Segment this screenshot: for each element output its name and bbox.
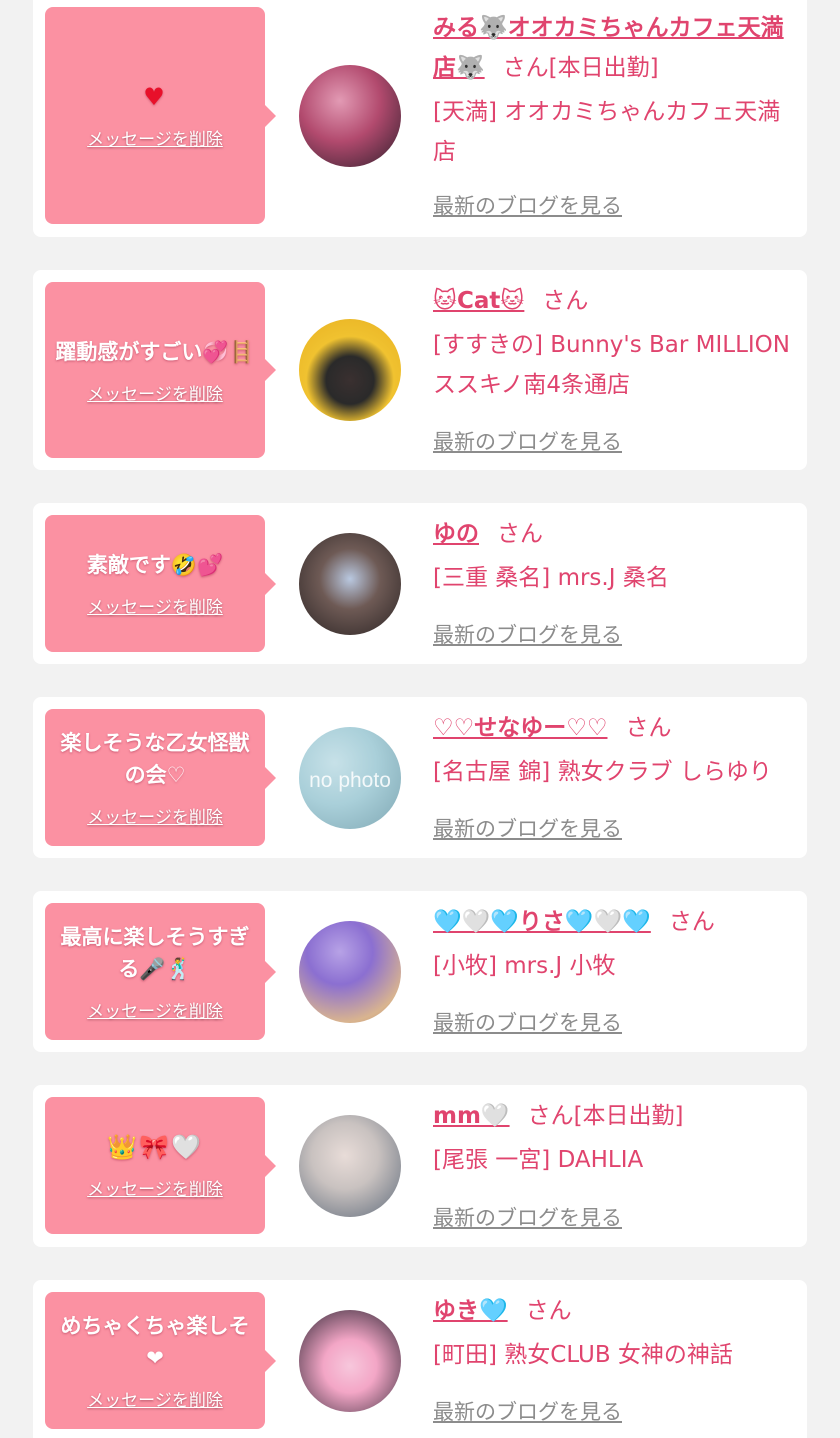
cast-suffix: さん[本日出勤]: [527, 1103, 684, 1129]
message-text: 👑🎀🤍: [107, 1133, 203, 1161]
message-bubble: 楽しそうな乙女怪獣の会♡ メッセージを削除: [45, 709, 276, 846]
delete-message-link[interactable]: メッセージを削除: [87, 997, 223, 1022]
cast-suffix: さん: [625, 715, 672, 741]
delete-message-link[interactable]: メッセージを削除: [87, 1175, 223, 1200]
cast-info: mm🤍 さん[本日出勤] [尾張 一宮] DAHLIA: [433, 1096, 795, 1180]
delete-message-link[interactable]: メッセージを削除: [87, 803, 223, 828]
cast-info: 🩵🤍🩵りさ🩵🤍🩵 さん [小牧] mrs.J 小牧: [433, 902, 795, 986]
message-bubble: 最高に楽しそうすぎる🎤🕺 メッセージを削除: [45, 903, 276, 1040]
blog-link[interactable]: 最新のブログを見る: [433, 1007, 622, 1037]
delete-message-link[interactable]: メッセージを削除: [87, 380, 223, 405]
message-card: 👑🎀🤍 メッセージを削除 mm🤍 さん[本日出勤] [尾張 一宮] DAHLIA …: [33, 1085, 807, 1247]
blog-link[interactable]: 最新のブログを見る: [433, 1202, 622, 1232]
cast-suffix: さん: [525, 1298, 572, 1324]
shop-name: [すすきの] Bunny's Bar MILLION ススキノ南4条通店: [433, 332, 790, 398]
shop-name: [天満] オオカミちゃんカフェ天満店: [433, 99, 781, 165]
avatar[interactable]: [299, 65, 401, 167]
blog-link[interactable]: 最新のブログを見る: [433, 426, 622, 456]
message-list: ♥ メッセージを削除 みる🐺オオカミちゃんカフェ天満店🐺 さん[本日出勤] [天満…: [0, 0, 840, 1438]
cast-info: ゆき🩵 さん [町田] 熟女CLUB 女神の神話: [433, 1291, 795, 1375]
message-text: 素敵です🤣💕: [86, 553, 224, 577]
avatar[interactable]: [299, 921, 401, 1023]
delete-message-link[interactable]: メッセージを削除: [87, 125, 223, 150]
message-card: 楽しそうな乙女怪獣の会♡ メッセージを削除 no photo ♡♡せなゆー♡♡ さ…: [33, 697, 807, 858]
shop-name: [小牧] mrs.J 小牧: [433, 953, 616, 979]
avatar[interactable]: [299, 319, 401, 421]
cast-name-link[interactable]: mm🤍: [433, 1103, 510, 1129]
cast-name-link[interactable]: ゆき🩵: [433, 1298, 508, 1324]
message-bubble: 躍動感がすごい💞🪜 メッセージを削除: [45, 282, 276, 458]
blog-link[interactable]: 最新のブログを見る: [433, 813, 622, 843]
avatar[interactable]: [299, 533, 401, 635]
cast-name-link[interactable]: 🐱Cat🐱: [433, 288, 524, 314]
shop-name: [町田] 熟女CLUB 女神の神話: [433, 1342, 733, 1368]
no-photo-label: no photo: [309, 769, 391, 792]
cast-suffix: さん: [497, 521, 543, 547]
delete-message-link[interactable]: メッセージを削除: [87, 593, 223, 618]
message-bubble: ♥ メッセージを削除: [45, 7, 276, 224]
message-text: 楽しそうな乙女怪獣の会♡: [60, 731, 250, 787]
message-text: めちゃくちゃ楽しそ❤: [60, 1314, 250, 1370]
shop-name: [名古屋 錦] 熟女クラブ しらゆり: [433, 759, 772, 785]
message-text: 躍動感がすごい💞🪜: [55, 339, 255, 364]
message-text: ♥: [143, 83, 167, 111]
cast-info: 🐱Cat🐱 さん [すすきの] Bunny's Bar MILLION ススキノ南…: [433, 281, 795, 405]
cast-suffix: さん: [668, 909, 715, 935]
message-card: 最高に楽しそうすぎる🎤🕺 メッセージを削除 🩵🤍🩵りさ🩵🤍🩵 さん [小牧] mr…: [33, 891, 807, 1052]
cast-name-line: 🩵🤍🩵りさ🩵🤍🩵 さん: [433, 902, 795, 942]
message-bubble: めちゃくちゃ楽しそ❤ メッセージを削除: [45, 1292, 276, 1429]
cast-name-line: ゆき🩵 さん: [433, 1291, 795, 1331]
message-card: 躍動感がすごい💞🪜 メッセージを削除 🐱Cat🐱 さん [すすきの] Bunny'…: [33, 270, 807, 470]
message-text: 最高に楽しそうすぎる🎤🕺: [60, 925, 250, 981]
cast-name-line: みる🐺オオカミちゃんカフェ天満店🐺 さん[本日出勤]: [433, 8, 795, 88]
blog-link[interactable]: 最新のブログを見る: [433, 619, 622, 649]
message-card: めちゃくちゃ楽しそ❤ メッセージを削除 ゆき🩵 さん [町田] 熟女CLUB 女神…: [33, 1280, 807, 1438]
cast-info: みる🐺オオカミちゃんカフェ天満店🐺 さん[本日出勤] [天満] オオカミちゃんカフ…: [433, 8, 795, 172]
cast-suffix: さん[本日出勤]: [502, 55, 659, 81]
message-card: ♥ メッセージを削除 みる🐺オオカミちゃんカフェ天満店🐺 さん[本日出勤] [天満…: [33, 0, 807, 237]
message-bubble: 👑🎀🤍 メッセージを削除: [45, 1097, 276, 1234]
cast-info: ゆの さん [三重 桑名] mrs.J 桑名: [433, 514, 795, 598]
blog-link[interactable]: 最新のブログを見る: [433, 1396, 622, 1426]
cast-name-link[interactable]: ♡♡せなゆー♡♡: [433, 715, 607, 741]
avatar[interactable]: no photo: [299, 727, 401, 829]
cast-info: ♡♡せなゆー♡♡ さん [名古屋 錦] 熟女クラブ しらゆり: [433, 708, 795, 792]
cast-name-line: mm🤍 さん[本日出勤]: [433, 1096, 795, 1136]
cast-name-line: 🐱Cat🐱 さん: [433, 281, 795, 321]
cast-name-line: ゆの さん: [433, 514, 795, 554]
avatar[interactable]: [299, 1115, 401, 1217]
shop-name: [三重 桑名] mrs.J 桑名: [433, 565, 669, 591]
cast-name-line: ♡♡せなゆー♡♡ さん: [433, 708, 795, 748]
message-card: 素敵です🤣💕 メッセージを削除 ゆの さん [三重 桑名] mrs.J 桑名 最新…: [33, 503, 807, 664]
message-bubble: 素敵です🤣💕 メッセージを削除: [45, 515, 276, 652]
delete-message-link[interactable]: メッセージを削除: [87, 1386, 223, 1411]
avatar[interactable]: [299, 1310, 401, 1412]
cast-suffix: さん: [542, 288, 589, 314]
blog-link[interactable]: 最新のブログを見る: [433, 190, 622, 220]
cast-name-link[interactable]: ゆの: [433, 521, 479, 547]
shop-name: [尾張 一宮] DAHLIA: [433, 1147, 644, 1173]
cast-name-link[interactable]: 🩵🤍🩵りさ🩵🤍🩵: [433, 909, 651, 935]
